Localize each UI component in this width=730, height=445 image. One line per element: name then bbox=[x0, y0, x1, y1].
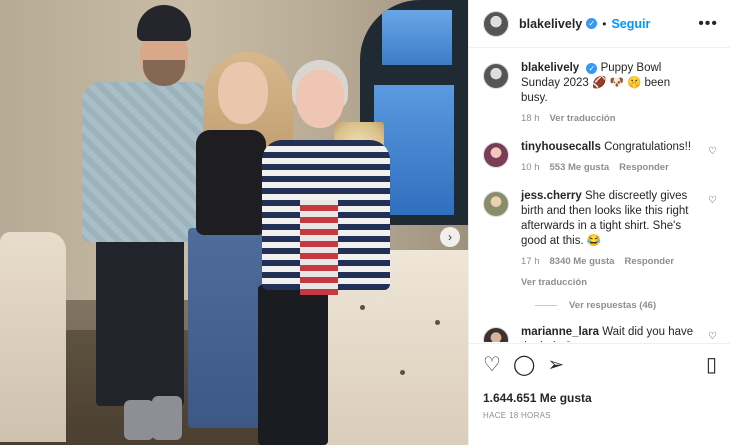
commenter-avatar[interactable] bbox=[483, 142, 509, 168]
next-photo-button[interactable]: › bbox=[440, 227, 460, 247]
comment-time[interactable]: 10 h bbox=[521, 160, 540, 175]
view-replies-button[interactable]: Ver respuestas (46) bbox=[535, 300, 717, 311]
caption-time[interactable]: 18 h bbox=[521, 111, 540, 126]
photo-armchair bbox=[0, 232, 66, 442]
save-bookmark-icon[interactable]: ▯ bbox=[706, 355, 717, 375]
commenter-username[interactable]: jess.cherry bbox=[521, 190, 582, 202]
caption-avatar[interactable] bbox=[483, 63, 509, 89]
separator-dot: • bbox=[602, 16, 607, 31]
reply-button[interactable]: Responder bbox=[619, 160, 669, 175]
comment-bubble-icon[interactable]: ◯ bbox=[513, 355, 535, 375]
comment-row: jess.cherry She discreetly gives birth a… bbox=[483, 189, 717, 290]
commenter-avatar[interactable] bbox=[483, 327, 509, 342]
post-actions: ♡ ◯ ➢ ▯ 1.644.651 Me gusta HACE 18 HORAS bbox=[469, 343, 730, 420]
comment-like-heart-icon[interactable]: ♡ bbox=[708, 331, 717, 342]
caption-row: blakelively ✓ Puppy Bowl Sunday 2023 🏈 🐶… bbox=[483, 61, 717, 126]
likes-count[interactable]: 1.644.651 Me gusta bbox=[483, 391, 717, 405]
verified-badge-icon: ✓ bbox=[586, 18, 598, 29]
follow-button[interactable]: Seguir bbox=[611, 17, 650, 31]
more-options-icon[interactable]: ••• bbox=[698, 15, 718, 33]
comment-like-heart-icon[interactable]: ♡ bbox=[708, 146, 717, 157]
caption-translate-link[interactable]: Ver traducción bbox=[550, 111, 616, 126]
comment-row: marianne_lara Wait did you have the baby… bbox=[483, 325, 717, 342]
commenter-username[interactable]: tinyhousecalls bbox=[521, 141, 601, 153]
post-photo[interactable]: › bbox=[0, 0, 468, 445]
comment-likes[interactable]: 8340 Me gusta bbox=[550, 254, 615, 269]
comment-likes[interactable]: 553 Me gusta bbox=[550, 160, 610, 175]
instagram-post: › blakelively ✓ • Seguir ••• blakelively… bbox=[0, 0, 730, 445]
commenter-avatar[interactable] bbox=[483, 191, 509, 217]
author-username[interactable]: blakelively bbox=[519, 17, 582, 31]
caption-username[interactable]: blakelively bbox=[521, 62, 579, 74]
comments-list[interactable]: blakelively ✓ Puppy Bowl Sunday 2023 🏈 🐶… bbox=[469, 49, 730, 342]
like-heart-icon[interactable]: ♡ bbox=[483, 355, 501, 375]
comment-translate-link[interactable]: Ver traducción bbox=[521, 275, 699, 290]
comment-time[interactable]: 17 h bbox=[521, 254, 540, 269]
post-side-panel: blakelively ✓ • Seguir ••• blakelively ✓… bbox=[468, 0, 730, 445]
view-replies-label: Ver respuestas (46) bbox=[569, 300, 657, 311]
chevron-right-icon: › bbox=[448, 230, 452, 244]
verified-badge-icon: ✓ bbox=[586, 63, 598, 74]
post-timestamp[interactable]: HACE 18 HORAS bbox=[483, 411, 717, 420]
comment-like-heart-icon[interactable]: ♡ bbox=[708, 195, 717, 206]
replies-divider bbox=[535, 305, 557, 306]
author-avatar[interactable] bbox=[483, 10, 509, 37]
reply-button[interactable]: Responder bbox=[624, 254, 674, 269]
post-header: blakelively ✓ • Seguir ••• bbox=[469, 0, 730, 48]
action-icons: ♡ ◯ ➢ ▯ bbox=[483, 353, 717, 377]
comment-text: Congratulations!! bbox=[604, 141, 692, 153]
share-send-icon[interactable]: ➢ bbox=[547, 355, 564, 375]
commenter-username[interactable]: marianne_lara bbox=[521, 326, 599, 338]
comment-row: tinyhousecalls Congratulations!! 10 h 55… bbox=[483, 140, 717, 175]
